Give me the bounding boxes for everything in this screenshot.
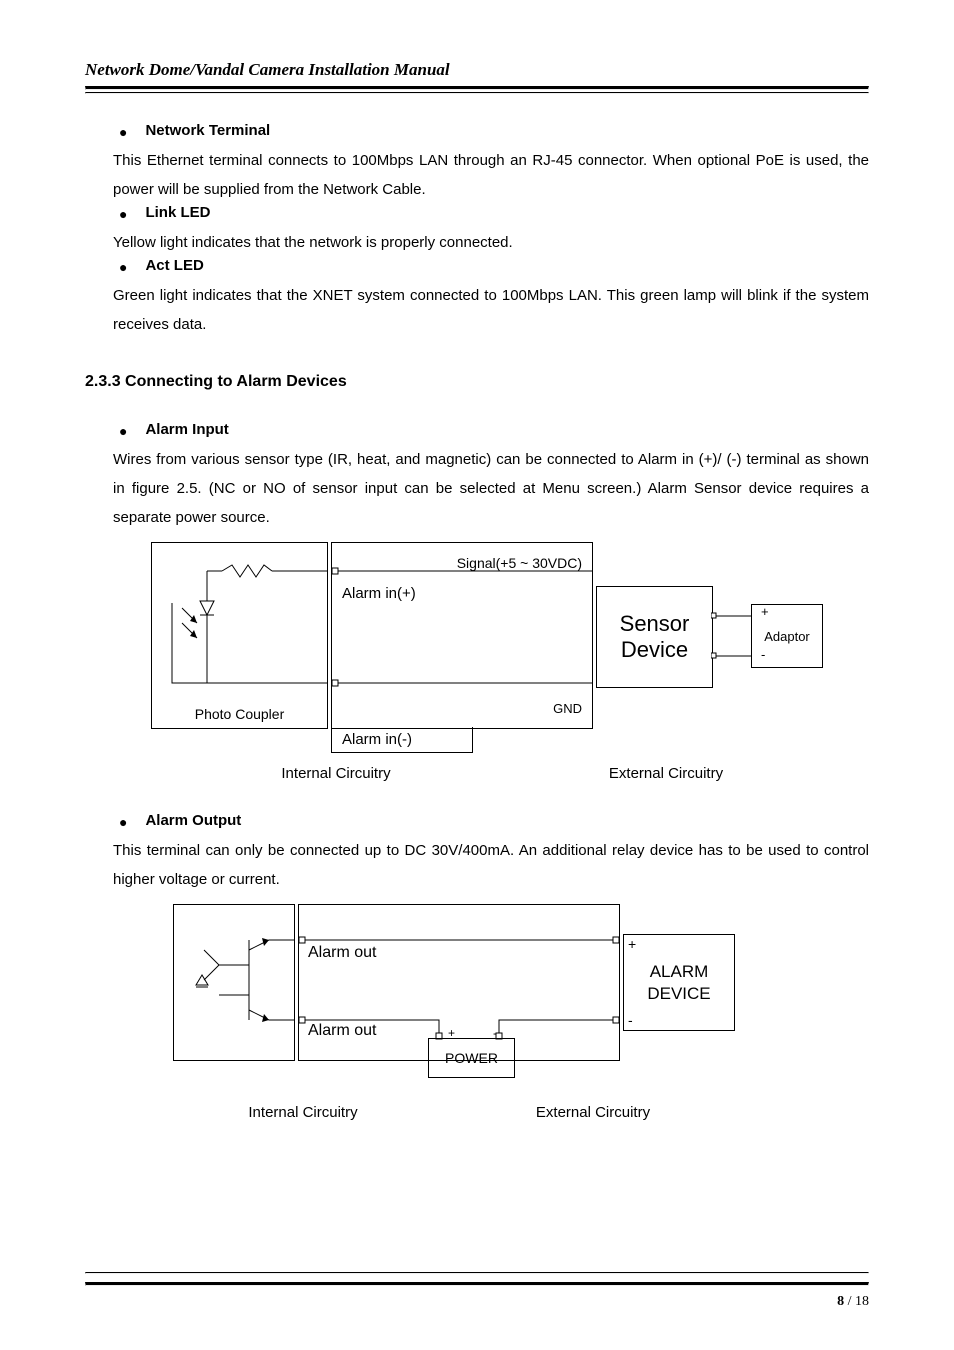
power-minus: - [493, 1026, 497, 1040]
photo-coupler-box: Photo Coupler [151, 542, 328, 729]
bullet-act-led: ● Act LED [119, 257, 869, 277]
adaptor-plus: + [761, 604, 769, 619]
d2-internal-schematic [174, 905, 294, 1060]
diagram-alarm-output: Alarm out Alarm out POWER + - ALARM DEVI… [173, 904, 753, 1094]
diagram1-captions: Internal Circuitry External Circuitry [151, 765, 831, 782]
sensor-adaptor-wires [711, 586, 751, 686]
sensor-device-label: Sensor Device [597, 611, 712, 663]
signal-label: Signal(+5 ~ 30VDC) [457, 555, 582, 571]
bullet-network-terminal: ● Network Terminal [119, 122, 869, 142]
adaptor-minus: - [761, 647, 765, 662]
para-alarm-output: This terminal can only be connected up t… [113, 836, 869, 894]
diagram-alarm-input: Photo Coupler Signal(+5 ~ 30VDC) Alarm i… [151, 542, 831, 757]
bullet-dot-icon: ● [119, 812, 127, 832]
section-heading-233: 2.3.3 Connecting to Alarm Devices [85, 373, 869, 391]
para-act-led: Green light indicates that the XNET syst… [113, 281, 869, 339]
alarm-in-plus-label: Alarm in(+) [342, 585, 416, 602]
photo-coupler-label: Photo Coupler [152, 706, 327, 722]
alarm-device-plus: + [628, 936, 636, 952]
bullet-dot-icon: ● [119, 122, 127, 142]
footer-rule-thick [85, 1282, 869, 1286]
page-footer: 8 / 18 [85, 1264, 869, 1310]
bullet-label: Act LED [145, 257, 203, 274]
page-header-title: Network Dome/Vandal Camera Installation … [85, 60, 869, 80]
bullet-dot-icon: ● [119, 257, 127, 277]
header-rule-thin [85, 92, 869, 94]
adaptor-label: Adaptor [764, 629, 810, 644]
alarm-out-label-2: Alarm out [308, 1022, 376, 1040]
diagram2-caption-left: Internal Circuitry [173, 1104, 433, 1121]
page-sep: / [844, 1294, 855, 1309]
diagram1-caption-left: Internal Circuitry [151, 765, 501, 782]
bullet-label: Alarm Output [145, 812, 241, 829]
d2-left-box [173, 904, 295, 1061]
alarm-device-minus: - [628, 1012, 633, 1028]
photo-coupler-schematic [152, 543, 327, 728]
diagram1-caption-right: External Circuitry [501, 765, 831, 782]
bullet-label: Link LED [145, 204, 210, 221]
gnd-label: GND [553, 701, 582, 716]
power-label: POWER [445, 1050, 498, 1066]
alarm-device-box: ALARM DEVICE [623, 934, 735, 1031]
header-rule-thick [85, 86, 869, 90]
bullet-label: Network Terminal [145, 122, 270, 139]
alarm-in-minus-label: Alarm in(-) [331, 727, 473, 753]
bullet-dot-icon: ● [119, 204, 127, 224]
power-plus: + [448, 1026, 455, 1040]
bullet-label: Alarm Input [145, 421, 228, 438]
page-number: 8 / 18 [85, 1294, 869, 1310]
bullet-alarm-input: ● Alarm Input [119, 421, 869, 441]
footer-rule-thin [85, 1272, 869, 1274]
diagram2-captions: Internal Circuitry External Circuitry [173, 1104, 753, 1121]
sensor-device-box: Sensor Device [596, 586, 713, 688]
alarm-device-label: ALARM DEVICE [624, 961, 734, 1005]
para-link-led: Yellow light indicates that the network … [113, 228, 869, 257]
para-network-terminal: This Ethernet terminal connects to 100Mb… [113, 146, 869, 204]
para-alarm-input: Wires from various sensor type (IR, heat… [113, 445, 869, 532]
diagram2-caption-right: External Circuitry [433, 1104, 753, 1121]
page-total: 18 [855, 1294, 869, 1309]
bullet-link-led: ● Link LED [119, 204, 869, 224]
alarm-out-label-1: Alarm out [308, 944, 376, 962]
bullet-alarm-output: ● Alarm Output [119, 812, 869, 832]
bullet-dot-icon: ● [119, 421, 127, 441]
power-box: POWER [428, 1038, 515, 1078]
signal-box: Signal(+5 ~ 30VDC) Alarm in(+) GND [331, 542, 593, 729]
